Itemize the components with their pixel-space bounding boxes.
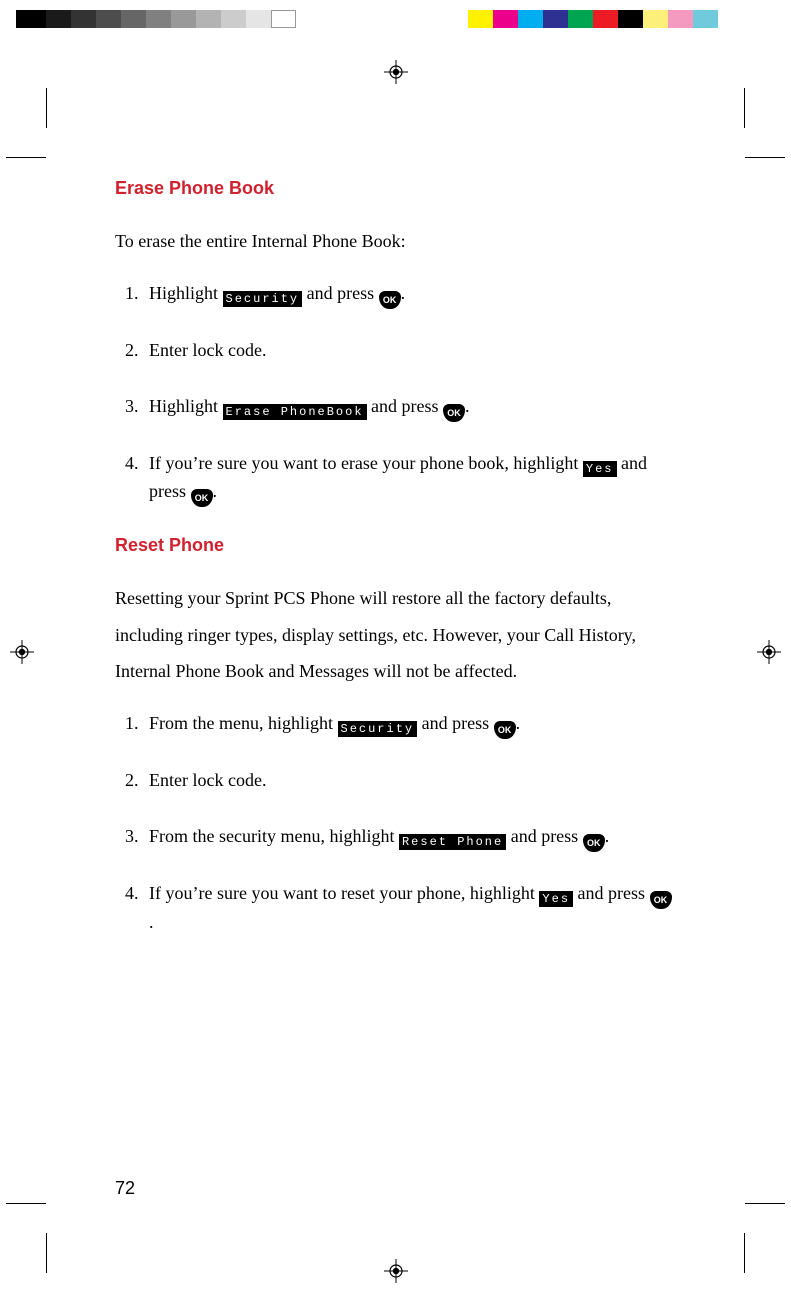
section-title-erase: Erase Phone Book	[115, 178, 675, 199]
registration-mark-icon	[757, 640, 781, 664]
reset-step-4: If you’re sure you want to reset your ph…	[143, 880, 675, 937]
reset-step-1: From the menu, highlight Security and pr…	[143, 710, 675, 739]
ok-button-icon: OK	[494, 721, 516, 739]
erase-step-2: Enter lock code.	[143, 337, 675, 365]
text: .	[149, 912, 154, 932]
reset-step-3: From the security menu, highlight Reset …	[143, 823, 675, 852]
page-number: 72	[115, 1178, 135, 1199]
grayscale-ramp	[16, 10, 296, 28]
text: and press	[511, 826, 583, 846]
text: If you’re sure you want to reset your ph…	[149, 883, 539, 903]
text: Highlight	[149, 396, 223, 416]
ok-button-icon: OK	[583, 834, 605, 852]
crop-mark-bottom-right	[715, 1203, 785, 1273]
text: and press	[307, 283, 379, 303]
color-swatches	[468, 10, 743, 28]
ok-button-icon: OK	[379, 291, 401, 309]
reset-intro: Resetting your Sprint PCS Phone will res…	[115, 580, 675, 691]
erase-step-1: Highlight Security and press OK.	[143, 280, 675, 309]
erase-steps: Highlight Security and press OK. Enter l…	[115, 280, 675, 507]
menu-label-yes: Yes	[539, 891, 573, 907]
menu-label-security: Security	[338, 721, 418, 737]
page-content: Erase Phone Book To erase the entire Int…	[115, 160, 675, 965]
text: .	[465, 396, 470, 416]
text: and press	[422, 713, 494, 733]
text: .	[213, 481, 218, 501]
ok-button-icon: OK	[650, 891, 672, 909]
crop-mark-top-right	[715, 88, 785, 158]
text: Highlight	[149, 283, 223, 303]
crop-mark-bottom-left	[6, 1203, 76, 1273]
registration-mark-icon	[10, 640, 34, 664]
section-title-reset: Reset Phone	[115, 535, 675, 556]
text: and press	[578, 883, 650, 903]
text: From the menu, highlight	[149, 713, 338, 733]
erase-step-3: Highlight Erase PhoneBook and press OK.	[143, 393, 675, 422]
ok-button-icon: OK	[443, 404, 465, 422]
text: .	[516, 713, 521, 733]
menu-label-security: Security	[223, 291, 303, 307]
menu-label-reset-phone: Reset Phone	[399, 834, 506, 850]
menu-label-yes: Yes	[583, 461, 617, 477]
reset-steps: From the menu, highlight Security and pr…	[115, 710, 675, 937]
menu-label-erase-phonebook: Erase PhoneBook	[223, 404, 367, 420]
erase-step-4: If you’re sure you want to erase your ph…	[143, 450, 675, 507]
reset-step-2: Enter lock code.	[143, 767, 675, 795]
text: .	[401, 283, 406, 303]
erase-intro: To erase the entire Internal Phone Book:	[115, 223, 675, 260]
crop-mark-top-left	[6, 88, 76, 158]
registration-mark-icon	[384, 1259, 408, 1283]
text: From the security menu, highlight	[149, 826, 399, 846]
text: and press	[371, 396, 443, 416]
text: If you’re sure you want to erase your ph…	[149, 453, 583, 473]
ok-button-icon: OK	[191, 489, 213, 507]
text: .	[605, 826, 610, 846]
registration-mark-icon	[384, 60, 408, 84]
